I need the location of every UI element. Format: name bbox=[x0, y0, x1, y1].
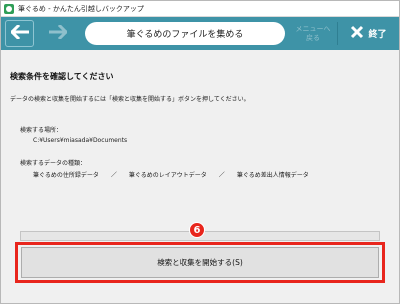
app-window: 筆ぐるめ - かんたん引越しバックアップ 筆ぐるめのファイルを集める メニューへ… bbox=[0, 0, 400, 304]
data-type-separator: ／ bbox=[110, 172, 117, 179]
step-number-badge: 6 bbox=[189, 222, 205, 238]
title-bar: 筆ぐるめ - かんたん引越しバックアップ bbox=[1, 1, 399, 17]
start-search-button[interactable]: 検索と収集を開始する(S) bbox=[21, 247, 379, 278]
data-types-label: 検索するデータの種類： bbox=[20, 160, 87, 167]
arrow-left-icon bbox=[9, 23, 29, 43]
search-location-label: 検索する場所： bbox=[20, 127, 63, 134]
data-type-item: 筆ぐるめの住所録データ bbox=[33, 172, 99, 179]
search-location-value: C:¥Users¥miasada¥Documents bbox=[33, 137, 128, 144]
data-type-item: 筆ぐるめ差出人情報データ bbox=[236, 172, 309, 179]
back-button[interactable] bbox=[5, 20, 34, 47]
main-content: 検索条件を確認してください データの検索と収集を開始するには「検索と収集を開始す… bbox=[1, 51, 399, 303]
instructions-text: データの検索と収集を開始するには「検索と収集を開始する」ボタンを押してください。 bbox=[10, 96, 250, 103]
forward-button[interactable] bbox=[43, 20, 72, 47]
window-title: 筆ぐるめ - かんたん引越しバックアップ bbox=[18, 4, 144, 13]
exit-button[interactable]: 終了 bbox=[341, 20, 396, 47]
data-type-separator: ／ bbox=[218, 172, 225, 179]
close-icon bbox=[350, 25, 364, 42]
data-types-list: 筆ぐるめの住所録データ ／ 筆ぐるめのレイアウトデータ ／ 筆ぐるめ差出人情報デ… bbox=[33, 170, 309, 179]
toolbar: 筆ぐるめのファイルを集める メニューへ 戻る 終了 bbox=[1, 17, 399, 50]
menu-return-label-1: メニューへ bbox=[295, 24, 331, 33]
section-heading: 検索条件を確認してください bbox=[10, 72, 114, 81]
menu-return-button[interactable]: メニューへ 戻る bbox=[291, 20, 335, 47]
toolbar-divider bbox=[337, 22, 338, 45]
exit-label: 終了 bbox=[368, 30, 387, 40]
app-icon bbox=[4, 3, 14, 14]
page-title: 筆ぐるめのファイルを集める bbox=[85, 22, 285, 45]
arrow-right-icon bbox=[48, 23, 68, 43]
data-type-item: 筆ぐるめのレイアウトデータ bbox=[128, 172, 207, 179]
menu-return-label-2: 戻る bbox=[306, 33, 320, 42]
